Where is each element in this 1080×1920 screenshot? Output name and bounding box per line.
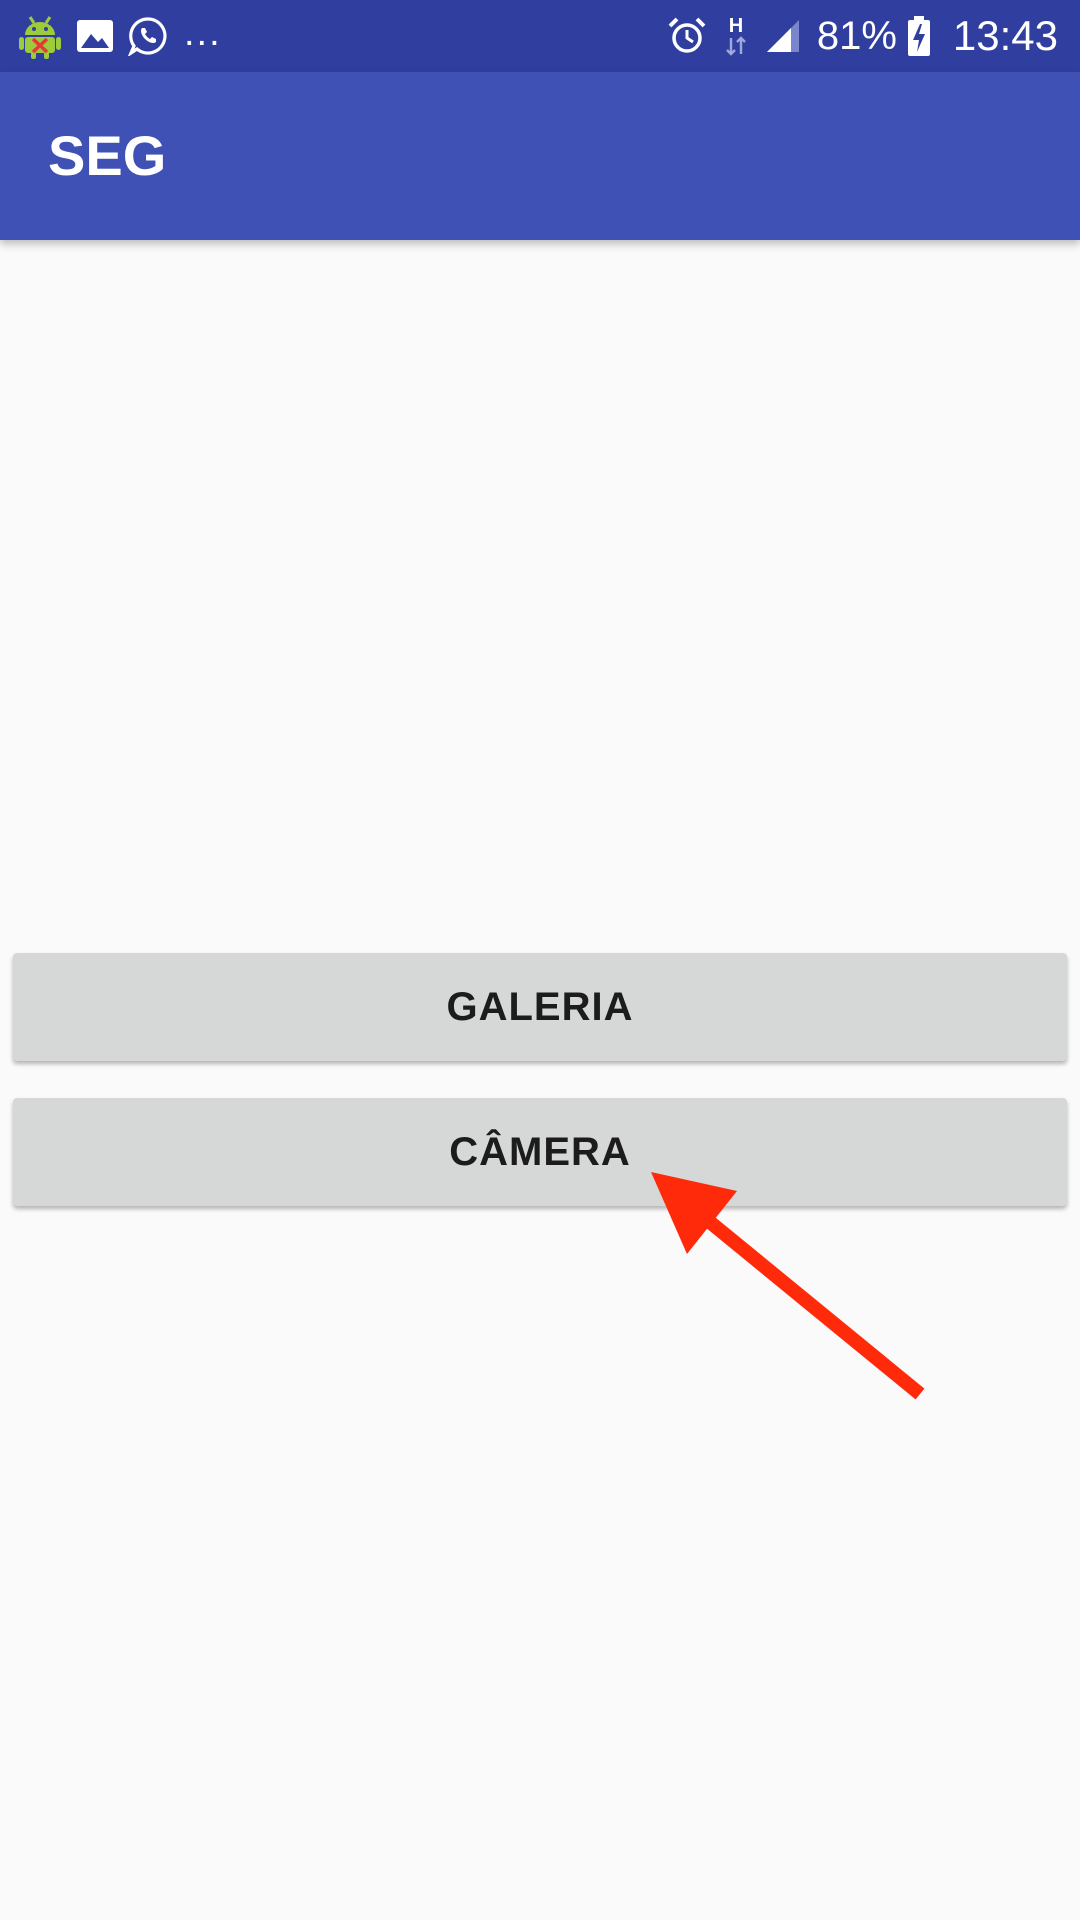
gallery-button[interactable]: GALERIA: [13, 953, 1067, 1061]
signal-strength-icon: [765, 18, 801, 54]
camera-button[interactable]: CÂMERA: [13, 1098, 1067, 1206]
app-title: SEG: [48, 124, 167, 187]
battery-percentage: 81%: [816, 13, 897, 58]
clock: 13:43: [952, 12, 1058, 59]
alarm-icon: [667, 16, 707, 56]
image-icon: [76, 19, 114, 53]
whatsapp-icon: [128, 16, 168, 56]
app-toolbar: SEG: [0, 72, 1080, 240]
network-type-label: H: [729, 15, 743, 37]
notification-area: ...: [18, 0, 222, 72]
android-debug-icon: [18, 13, 62, 59]
battery-charging-icon: [907, 15, 931, 57]
more-notifications-indicator: ...: [184, 12, 222, 54]
status-bar: ... H 81% 13:43: [0, 0, 1080, 72]
network-type-icon: H: [723, 14, 749, 58]
system-status-area: H 81% 13:43: [667, 0, 1058, 72]
